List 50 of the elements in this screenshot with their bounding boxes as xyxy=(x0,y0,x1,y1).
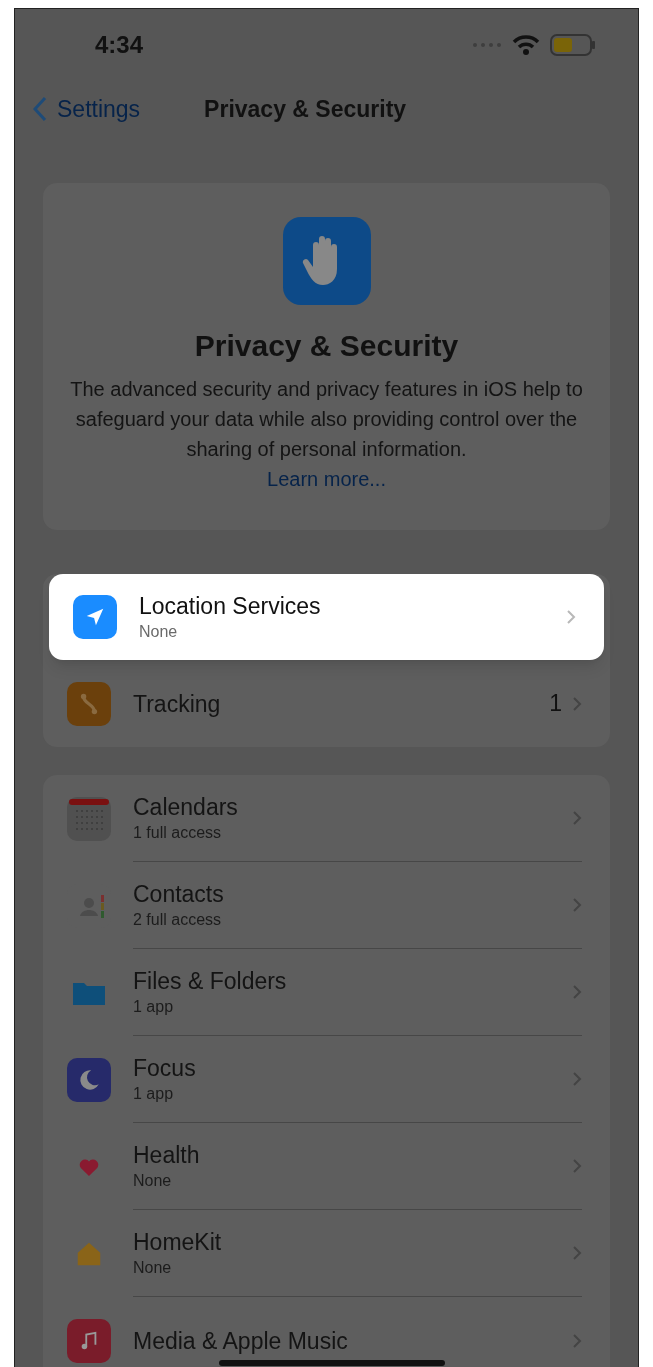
row-title: Media & Apple Music xyxy=(133,1326,349,1356)
chevron-icon xyxy=(572,810,582,826)
back-chevron-icon xyxy=(33,96,47,122)
row-subtitle: 2 full access xyxy=(133,910,223,930)
row-subtitle: 1 app xyxy=(133,1084,175,1104)
learn-more-link[interactable]: Learn more... xyxy=(267,464,386,494)
settings-row[interactable]: HomeKit None xyxy=(43,1210,610,1297)
settings-row[interactable]: Tracking 1 xyxy=(43,660,610,747)
music-note-icon xyxy=(67,1318,111,1363)
row-title: Location Services xyxy=(139,592,322,621)
battery-icon xyxy=(550,34,596,56)
settings-row[interactable]: Calendars 1 full access xyxy=(43,775,610,862)
row-subtitle: None xyxy=(139,622,179,642)
calendar-icon xyxy=(67,796,111,841)
chevron-icon xyxy=(566,609,576,625)
settings-row[interactable]: Focus 1 app xyxy=(43,1036,610,1123)
chevron-icon xyxy=(572,897,582,913)
row-title: Contacts xyxy=(133,880,225,909)
row-title: Health xyxy=(133,1141,201,1170)
chevron-icon xyxy=(572,984,582,1000)
row-title: HomeKit xyxy=(133,1228,223,1257)
raised-hand-icon xyxy=(282,217,371,305)
row-value: 1 xyxy=(549,689,562,719)
signal-dots-icon xyxy=(472,42,502,48)
chevron-icon xyxy=(572,1071,582,1087)
settings-row[interactable]: Contacts 2 full access xyxy=(43,862,610,949)
back-button[interactable]: Settings xyxy=(33,91,141,127)
settings-row[interactable]: Media & Apple Music xyxy=(43,1297,610,1367)
row-subtitle: None xyxy=(133,1258,173,1278)
nav-title: Privacy & Security xyxy=(204,94,407,124)
moon-icon xyxy=(67,1057,111,1102)
row-title: Calendars xyxy=(133,793,239,822)
chevron-icon xyxy=(572,695,582,712)
chevron-icon xyxy=(572,1332,582,1349)
row-subtitle: None xyxy=(133,1171,173,1191)
row-subtitle: 1 app xyxy=(133,997,175,1017)
row-title: Files & Folders xyxy=(133,967,288,996)
settings-row[interactable]: Files & Folders 1 app xyxy=(43,949,610,1036)
settings-row[interactable]: Health None xyxy=(43,1123,610,1210)
row-title: Focus xyxy=(133,1054,197,1083)
row-title: Tracking xyxy=(133,689,222,719)
chevron-icon xyxy=(572,1158,582,1174)
header-description: The advanced security and privacy features in iOS help to safeguard your data while also providing control over the sharing of personal information. xyxy=(69,377,584,462)
wifi-icon xyxy=(512,34,540,56)
header-title: Privacy & Security xyxy=(194,328,459,364)
route-icon xyxy=(67,681,111,726)
row-subtitle: 1 full access xyxy=(133,823,223,843)
status-time: 4:34 xyxy=(95,30,144,60)
chevron-icon xyxy=(572,1245,582,1261)
settings-row[interactable]: Location Services None xyxy=(49,574,604,660)
